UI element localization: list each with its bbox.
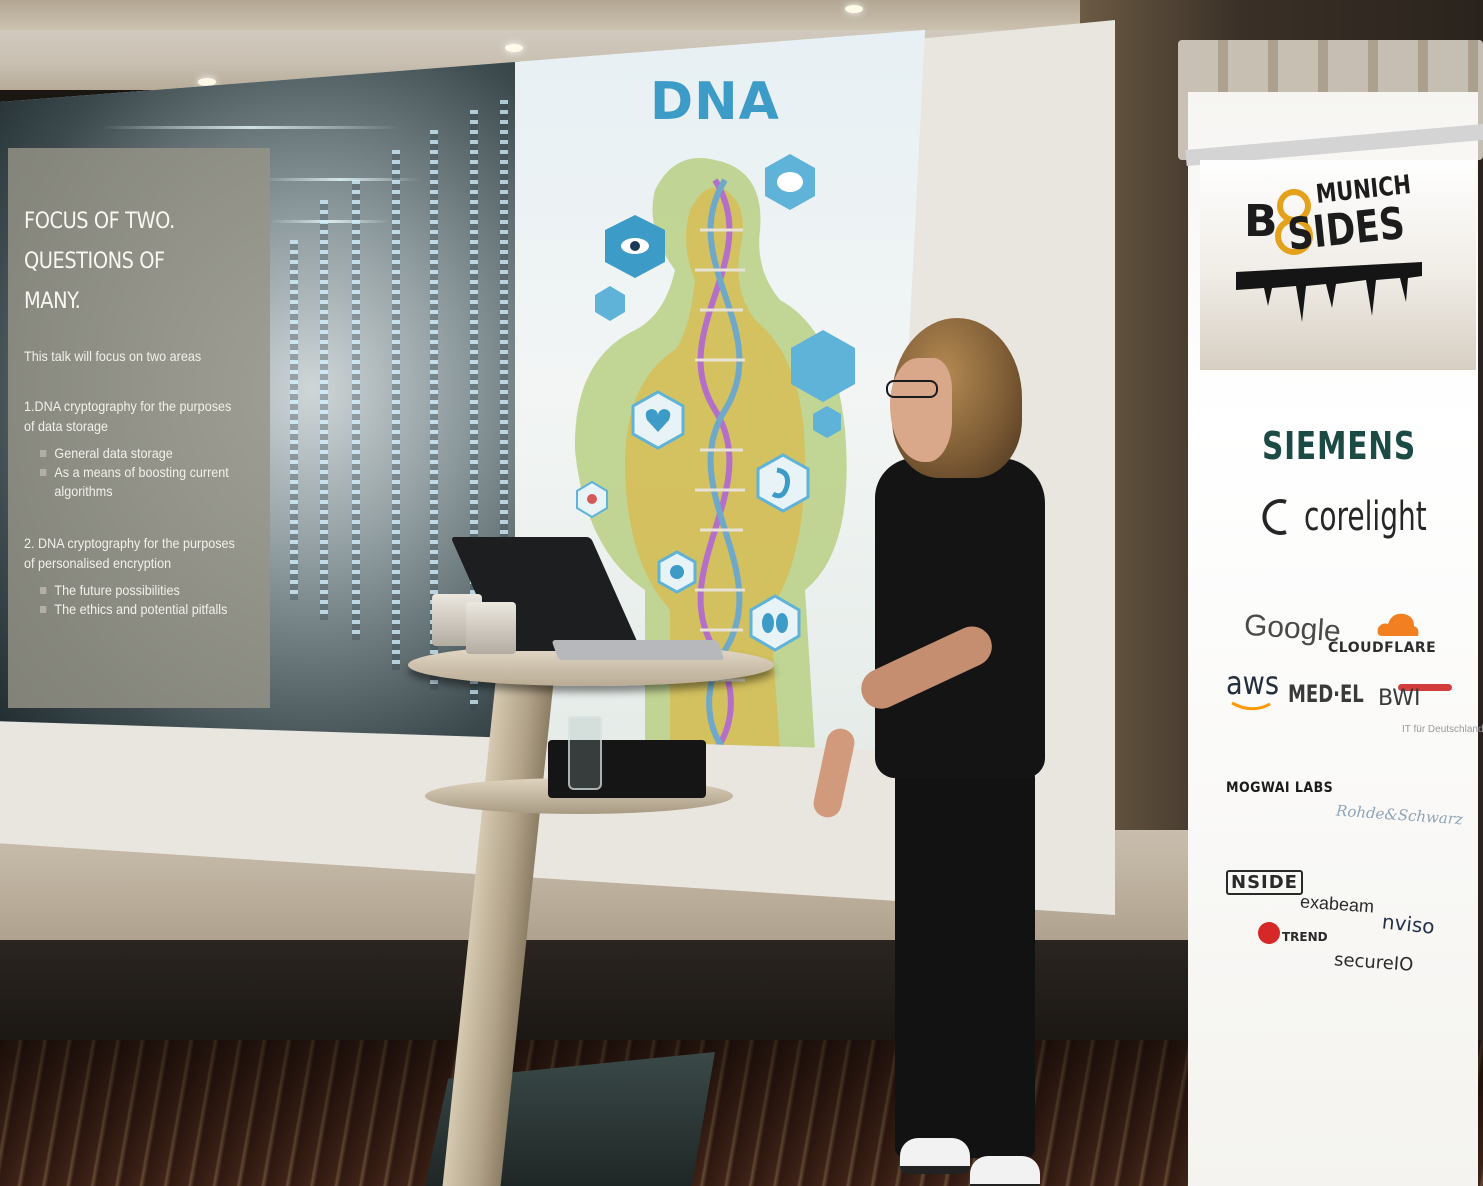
ceiling-beam — [0, 0, 1150, 30]
siemens-logo: SIEMENS — [1262, 424, 1416, 468]
presenter-legs — [895, 758, 1035, 1158]
slide-subpoints-1: General data storage As a means of boost… — [24, 444, 256, 501]
slide-heading: FOCUS OF TWO. QUESTIONS OF MANY. — [24, 209, 175, 314]
presenter-shoe — [900, 1138, 970, 1174]
conference-photo: DNA FOCUS OF TWO. QUESTIONS OF MANY. Thi… — [0, 0, 1483, 1186]
corelight-logo: corelight — [1304, 494, 1427, 540]
hexagon-decoration — [595, 286, 625, 321]
aws-logo: aws — [1226, 664, 1280, 702]
ceiling-light — [845, 5, 863, 13]
bsides-drip-icon — [1236, 262, 1422, 322]
ceiling-light — [505, 44, 523, 52]
trend-micro-logo: TREND — [1282, 930, 1328, 944]
cloudflare-icon — [1377, 613, 1419, 636]
bsides-logo-b: B — [1244, 196, 1278, 247]
corelight-icon — [1262, 499, 1287, 535]
speaker-device — [466, 602, 516, 654]
server-rack — [290, 240, 298, 600]
cell-icon — [576, 480, 608, 519]
slide-subpoint: The ethics and potential pitfalls — [40, 600, 265, 619]
aws-smile-icon — [1231, 701, 1271, 711]
bwi-tagline: IT für Deutschland — [1402, 724, 1483, 735]
nside-logo: NSIDE — [1226, 870, 1303, 895]
slide-subpoint: The future possibilities — [40, 581, 265, 600]
glasses-icon — [886, 380, 938, 398]
server-rack — [392, 150, 400, 670]
slide-subpoint: General data storage — [40, 444, 265, 463]
server-rack — [320, 200, 328, 620]
server-rack — [352, 180, 360, 640]
light-streak — [100, 126, 400, 129]
brain-icon — [765, 154, 815, 210]
trend-micro-icon — [1258, 922, 1280, 944]
slide-text-panel: FOCUS OF TWO. QUESTIONS OF MANY. This ta… — [8, 148, 270, 708]
light-streak — [270, 220, 390, 223]
lung-icon — [657, 550, 697, 594]
slide-subpoint: As a means of boosting current algorithm… — [40, 463, 265, 501]
medel-logo: MED·EL — [1288, 680, 1364, 708]
kidney-icon — [749, 594, 801, 652]
presenter-shoe — [970, 1156, 1040, 1186]
slide-point-2: 2. DNA cryptography for the purposes of … — [24, 535, 235, 571]
mogwai-labs-logo: MOGWAI LABS — [1226, 780, 1334, 796]
ceiling-light — [198, 78, 216, 86]
presenter-shirt — [875, 458, 1045, 778]
water-glass — [568, 716, 602, 790]
stomach-icon — [756, 453, 810, 513]
laptop-keyboard — [551, 640, 725, 660]
bwi-logo: BWI — [1378, 686, 1421, 711]
cloudflare-logo: CLOUDFLARE — [1328, 640, 1437, 656]
slide-subpoints-2: The future possibilities The ethics and … — [24, 581, 256, 619]
presenter — [810, 318, 1080, 1186]
slide-intro: This talk will focus on two areas — [24, 348, 202, 364]
slide-point-1: 1.DNA cryptography for the purposes of d… — [24, 398, 232, 434]
heart-icon — [631, 390, 685, 450]
google-logo: Google — [1243, 608, 1342, 649]
